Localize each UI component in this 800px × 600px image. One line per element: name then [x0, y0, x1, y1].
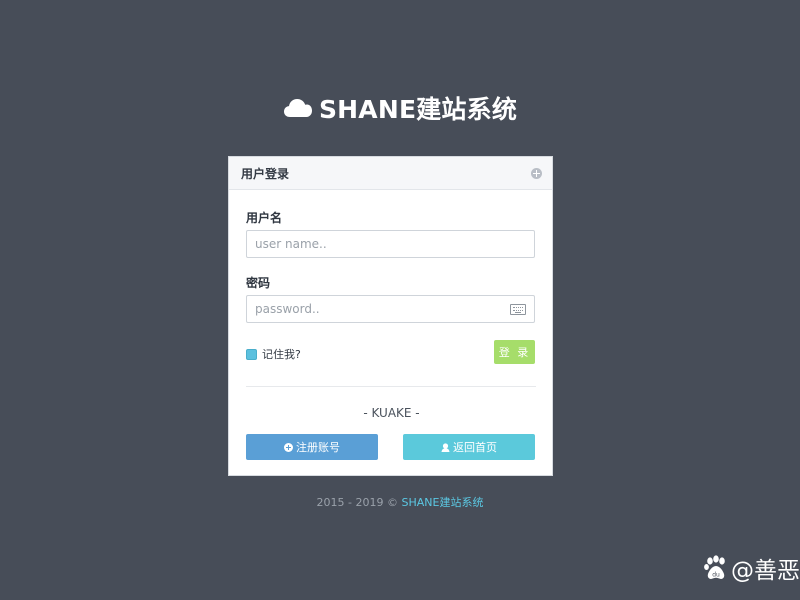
login-page: SHANE建站系统 用户登录 用户名 密码 记住我? 登 录 - KUAKE -	[0, 0, 800, 600]
copyright-text: 2015 - 2019 ©	[316, 496, 402, 509]
baidu-paw-icon: du	[703, 555, 729, 581]
username-label: 用户名	[246, 211, 283, 225]
login-panel: 用户登录 用户名 密码 记住我? 登 录 - KUAKE -	[228, 156, 553, 476]
register-button-label: 注册账号	[296, 441, 340, 454]
svg-text:du: du	[712, 572, 720, 579]
user-icon	[441, 442, 450, 452]
username-input[interactable]	[246, 230, 535, 258]
plus-circle-icon	[284, 442, 293, 452]
watermark: du @善恶	[703, 551, 800, 585]
plus-circle-icon[interactable]	[531, 167, 542, 179]
keyboard-icon[interactable]	[510, 304, 526, 315]
password-input[interactable]	[246, 295, 535, 323]
home-button[interactable]: 返回首页	[403, 434, 535, 460]
home-button-label: 返回首页	[453, 441, 497, 454]
remember-me[interactable]: 记住我?	[246, 346, 301, 362]
password-label: 密码	[246, 276, 271, 290]
footer-site-link[interactable]: SHANE建站系统	[401, 496, 483, 509]
divider	[246, 386, 536, 387]
register-button[interactable]: 注册账号	[246, 434, 378, 460]
login-panel-title: 用户登录	[241, 166, 290, 181]
site-title: SHANE建站系统	[318, 95, 518, 124]
remember-me-checkbox[interactable]	[246, 348, 257, 360]
remember-me-label: 记住我?	[262, 348, 301, 361]
login-panel-header: 用户登录	[229, 157, 552, 190]
footer: 2015 - 2019 © SHANE建站系统	[0, 494, 800, 510]
cloud-icon	[283, 96, 313, 120]
separator-text: - KUAKE -	[363, 406, 420, 420]
brand-header: SHANE建站系统	[0, 88, 800, 128]
login-button[interactable]: 登 录	[494, 340, 535, 364]
watermark-text: @善恶	[731, 558, 800, 584]
